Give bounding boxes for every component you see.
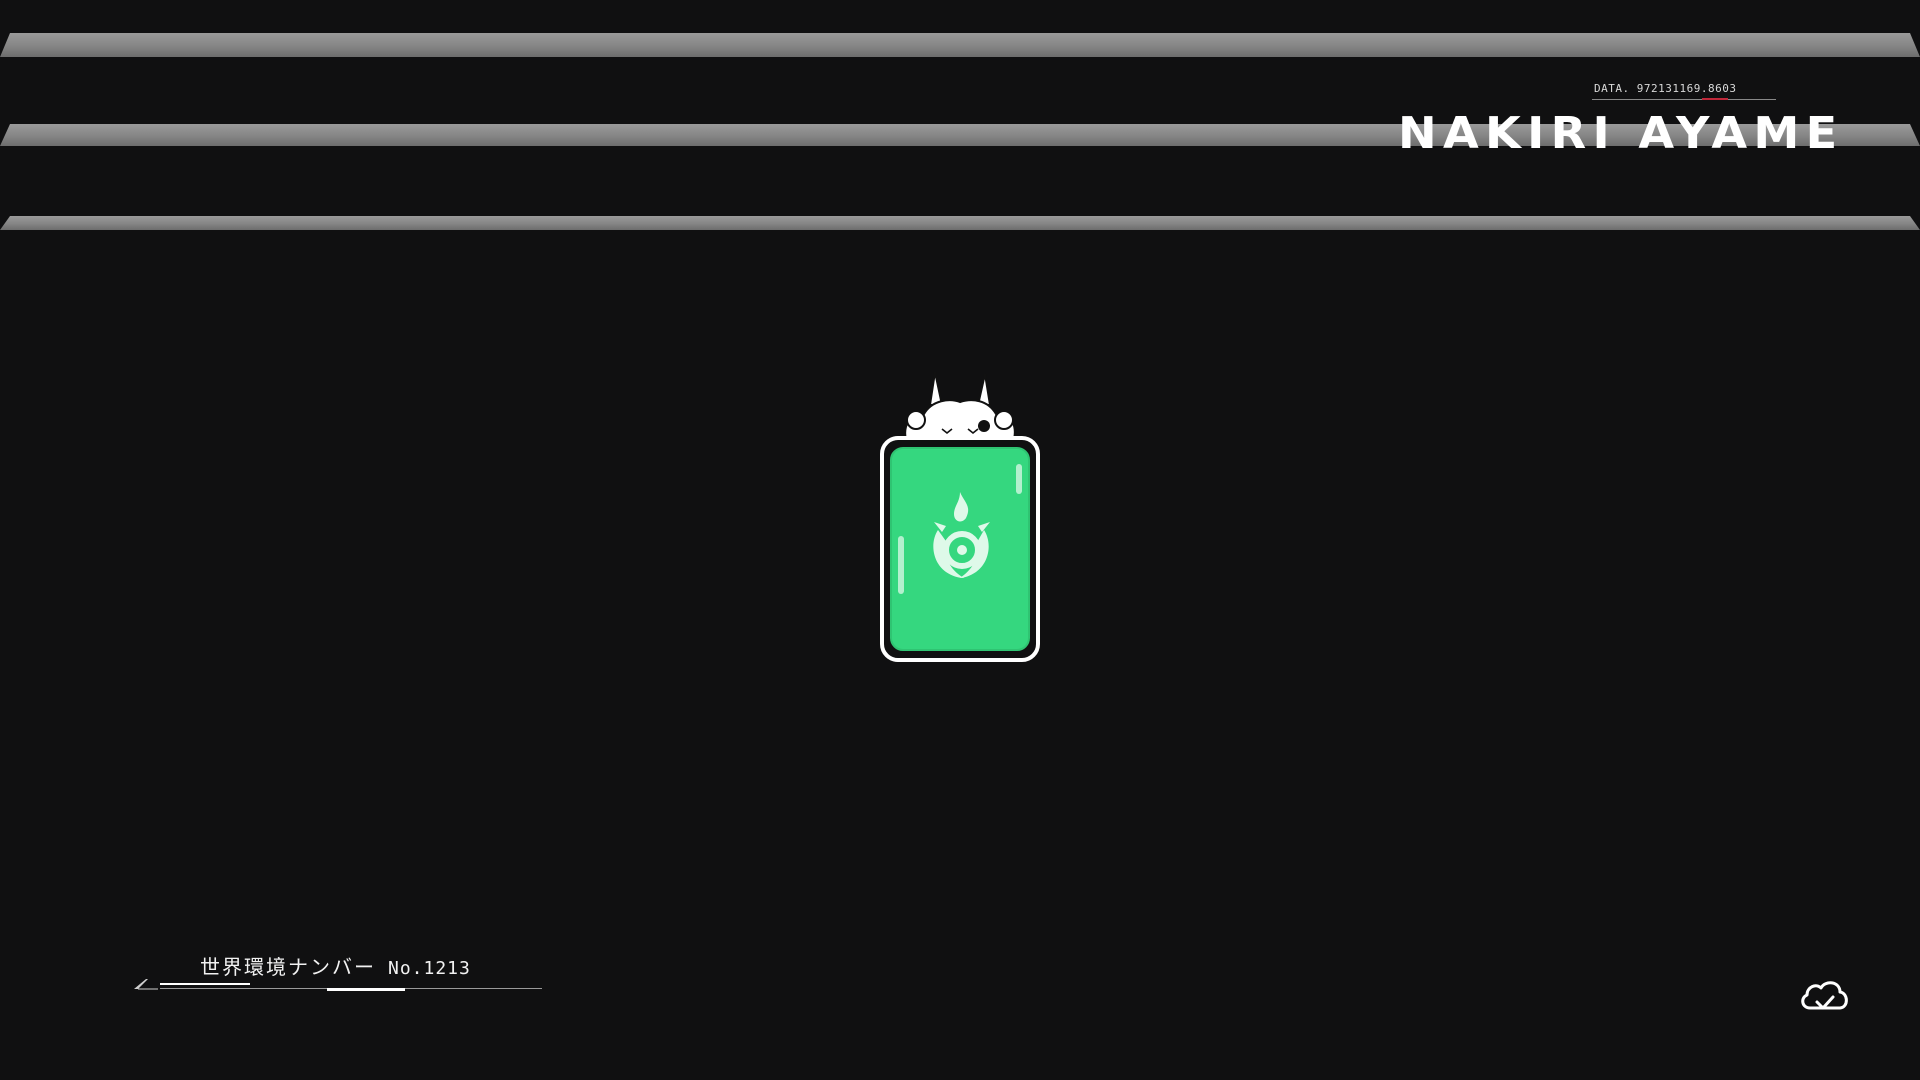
world-number-panel: 世界環境ナンバー No.1213 [130,948,542,998]
loading-stripe-top [0,33,1920,57]
data-readout: DATA. 972131169.8603 [1594,82,1737,95]
oni-mascot-icon [880,372,1040,662]
world-underline-accent-right [327,988,405,991]
world-underline-accent-left [160,983,250,985]
loading-card [880,372,1040,662]
brand-title: NAKIRI AYAME [1398,108,1844,159]
world-number-value: No.1213 [388,958,471,979]
cloud-check-icon [1801,981,1848,1010]
world-number-label: 世界環境ナンバー No.1213 [200,951,471,980]
data-readout-block: DATA. 972131169.8603 [1592,82,1776,100]
loading-screen: DATA. 972131169.8603 NAKIRI AYAME 世界環境ナン… [0,0,1920,1080]
loading-stripe-bottom [0,216,1920,230]
slash-tick-icon [134,979,158,990]
world-label-text: 世界環境ナンバー [200,955,376,979]
data-readout-rule [1592,98,1776,100]
